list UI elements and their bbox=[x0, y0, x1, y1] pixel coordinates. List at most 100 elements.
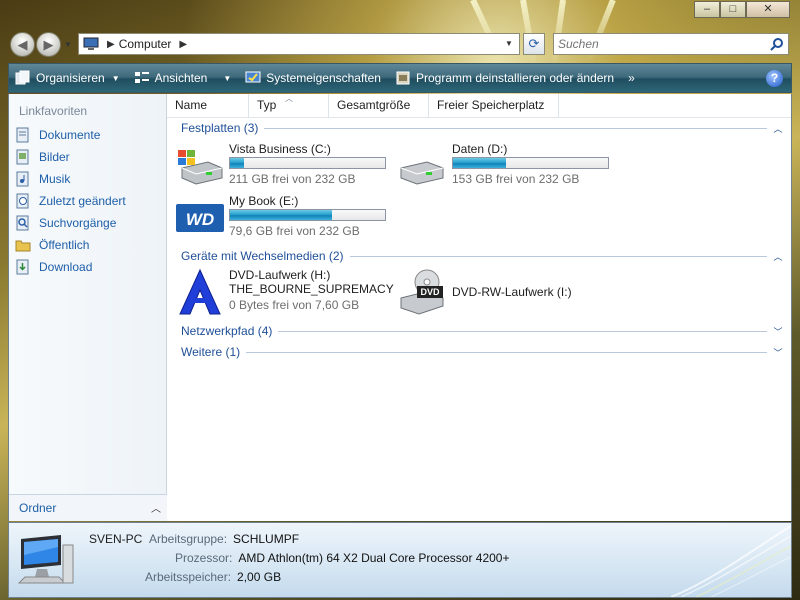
drive-item-h[interactable]: DVD-Laufwerk (H:) THE_BOURNE_SUPREMACY 0… bbox=[176, 268, 396, 316]
group-divider bbox=[246, 351, 767, 353]
more-commands-button[interactable]: » bbox=[628, 71, 635, 85]
forward-button[interactable]: ▶ bbox=[36, 32, 61, 57]
expand-icon[interactable]: ﹀ bbox=[773, 325, 783, 338]
command-bar: Organisieren ▼ Ansichten ▼ Systemeigensc… bbox=[8, 63, 792, 93]
collapse-icon[interactable]: ︿ bbox=[773, 122, 783, 135]
drive-usage-fill bbox=[230, 158, 244, 168]
recent-pages-dropdown[interactable]: ▼ bbox=[64, 40, 72, 49]
workgroup-value: SCHLUMPF bbox=[233, 532, 300, 546]
column-header-name[interactable]: Name bbox=[167, 94, 249, 117]
computer-name: SVEN-PC bbox=[89, 532, 143, 546]
hard-drive-icon bbox=[399, 142, 447, 190]
column-header-total-size[interactable]: Gesamtgröße bbox=[329, 94, 429, 117]
workgroup-label: Arbeitsgruppe: bbox=[149, 532, 228, 546]
sidebar-item-oeffentlich[interactable]: Öffentlich bbox=[15, 235, 89, 255]
maximize-button[interactable]: □ bbox=[720, 1, 746, 18]
music-icon bbox=[15, 171, 31, 187]
organize-icon bbox=[15, 70, 31, 86]
group-label: Netzwerkpfad (4) bbox=[181, 324, 273, 338]
navigation-buttons: ◀ ▶ ▼ bbox=[10, 32, 72, 57]
collapse-icon[interactable]: ︿ bbox=[773, 250, 783, 263]
recent-icon bbox=[15, 193, 31, 209]
back-arrow-icon: ◀ bbox=[17, 36, 28, 52]
sidebar-item-label: Dokumente bbox=[39, 128, 101, 142]
folders-toggle[interactable]: Ordner ︿ bbox=[9, 494, 167, 521]
system-properties-icon bbox=[245, 70, 261, 86]
system-properties-button[interactable]: Systemeigenschaften bbox=[245, 70, 381, 86]
breadcrumb-computer[interactable]: Computer bbox=[119, 37, 172, 51]
search-input[interactable] bbox=[558, 37, 758, 51]
views-button[interactable]: Ansichten ▼ bbox=[134, 70, 231, 86]
sidebar-item-label: Öffentlich bbox=[39, 238, 90, 252]
drive-item-c[interactable]: Vista Business (C:) 211 GB frei von 232 … bbox=[176, 142, 396, 190]
search-icon[interactable] bbox=[770, 37, 784, 51]
content-area: Name Typ ︿ Gesamtgröße Freier Speicherpla… bbox=[167, 94, 791, 521]
sidebar-item-suchvorgaenge[interactable]: Suchvorgänge bbox=[15, 213, 116, 233]
sidebar-item-dokumente[interactable]: Dokumente bbox=[15, 125, 100, 145]
drive-usage-bar bbox=[229, 209, 386, 221]
group-header-hard-drives[interactable]: Festplatten (3) ︿ bbox=[181, 120, 783, 136]
wd-drive-icon: WD bbox=[176, 194, 224, 242]
help-button[interactable]: ? bbox=[766, 70, 783, 87]
group-header-removable[interactable]: Geräte mit Wechselmedien (2) ︿ bbox=[181, 248, 783, 264]
detail-row-workgroup: Arbeitsgruppe: SCHLUMPF bbox=[149, 532, 299, 546]
address-history-dropdown[interactable]: ▼ bbox=[501, 35, 517, 53]
dropdown-arrow-icon[interactable]: ▼ bbox=[223, 74, 231, 83]
drive-free-space: 153 GB frei von 232 GB bbox=[452, 172, 580, 186]
drive-item-d[interactable]: Daten (D:) 153 GB frei von 232 GB bbox=[399, 142, 619, 190]
drive-usage-bar bbox=[229, 157, 386, 169]
forward-arrow-icon: ▶ bbox=[43, 36, 54, 52]
refresh-button[interactable]: ⟳ bbox=[523, 33, 545, 55]
explorer-pane: Linkfavoriten Dokumente Bilder Musik Zul… bbox=[8, 94, 792, 521]
uninstall-label: Programm deinstallieren oder ändern bbox=[415, 71, 615, 85]
address-bar[interactable]: ▶ Computer ▶ ▼ bbox=[78, 33, 520, 55]
column-header-type-label: Typ bbox=[257, 98, 277, 112]
window-controls: – □ ✕ bbox=[694, 1, 790, 19]
breadcrumb-separator[interactable]: ▶ bbox=[107, 39, 115, 50]
views-icon bbox=[134, 70, 150, 86]
group-label: Weitere (1) bbox=[181, 345, 241, 359]
computer-icon bbox=[83, 37, 99, 51]
uninstall-button[interactable]: Programm deinstallieren oder ändern bbox=[395, 70, 614, 86]
column-header-bar: Name Typ ︿ Gesamtgröße Freier Speicherpla… bbox=[167, 94, 791, 118]
column-header-free-space[interactable]: Freier Speicherplatz bbox=[429, 94, 559, 117]
dvd-disc-icon bbox=[176, 268, 224, 316]
minimize-button[interactable]: – bbox=[694, 1, 720, 18]
disc-label: THE_BOURNE_SUPREMACY bbox=[229, 282, 394, 296]
chevron-up-icon: ︿ bbox=[151, 504, 161, 515]
drive-free-space: 211 GB frei von 232 GB bbox=[229, 172, 356, 186]
close-button[interactable]: ✕ bbox=[746, 1, 790, 18]
drive-usage-fill bbox=[453, 158, 506, 168]
drive-item-i[interactable]: DVD DVD-RW-Laufwerk (I:) bbox=[399, 268, 619, 316]
back-button[interactable]: ◀ bbox=[10, 32, 35, 57]
download-icon bbox=[15, 259, 31, 275]
decorative-swoosh bbox=[671, 525, 791, 597]
organize-button[interactable]: Organisieren ▼ bbox=[15, 70, 120, 86]
breadcrumb-separator[interactable]: ▶ bbox=[179, 39, 187, 50]
sidebar-item-zuletzt-geaendert[interactable]: Zuletzt geändert bbox=[15, 191, 126, 211]
sidebar-item-download[interactable]: Download bbox=[15, 257, 92, 277]
group-divider bbox=[278, 330, 767, 332]
sidebar-item-label: Download bbox=[39, 260, 93, 274]
group-header-network[interactable]: Netzwerkpfad (4) ﹀ bbox=[181, 323, 783, 339]
drive-usage-fill bbox=[230, 210, 333, 220]
drive-name: Daten (D:) bbox=[452, 142, 508, 156]
group-label: Geräte mit Wechselmedien (2) bbox=[181, 249, 344, 263]
sidebar-item-label: Musik bbox=[39, 172, 71, 186]
group-divider bbox=[349, 255, 767, 257]
drive-name: DVD-Laufwerk (H:) bbox=[229, 268, 331, 282]
views-label: Ansichten bbox=[154, 71, 208, 85]
memory-label: Arbeitsspeicher: bbox=[145, 570, 232, 584]
group-header-other[interactable]: Weitere (1) ﹀ bbox=[181, 344, 783, 360]
group-divider bbox=[264, 127, 767, 129]
drive-name: Vista Business (C:) bbox=[229, 142, 331, 156]
column-header-type[interactable]: Typ ︿ bbox=[249, 94, 329, 117]
sidebar-item-bilder[interactable]: Bilder bbox=[15, 147, 70, 167]
windows-drive-icon bbox=[176, 142, 224, 190]
sidebar-item-musik[interactable]: Musik bbox=[15, 169, 70, 189]
sidebar-item-label: Bilder bbox=[39, 150, 70, 164]
memory-value: 2,00 GB bbox=[237, 570, 282, 584]
expand-icon[interactable]: ﹀ bbox=[773, 346, 783, 359]
drive-item-e[interactable]: WD My Book (E:) 79,6 GB frei von 232 GB bbox=[176, 194, 396, 242]
folders-label: Ordner bbox=[19, 501, 57, 515]
